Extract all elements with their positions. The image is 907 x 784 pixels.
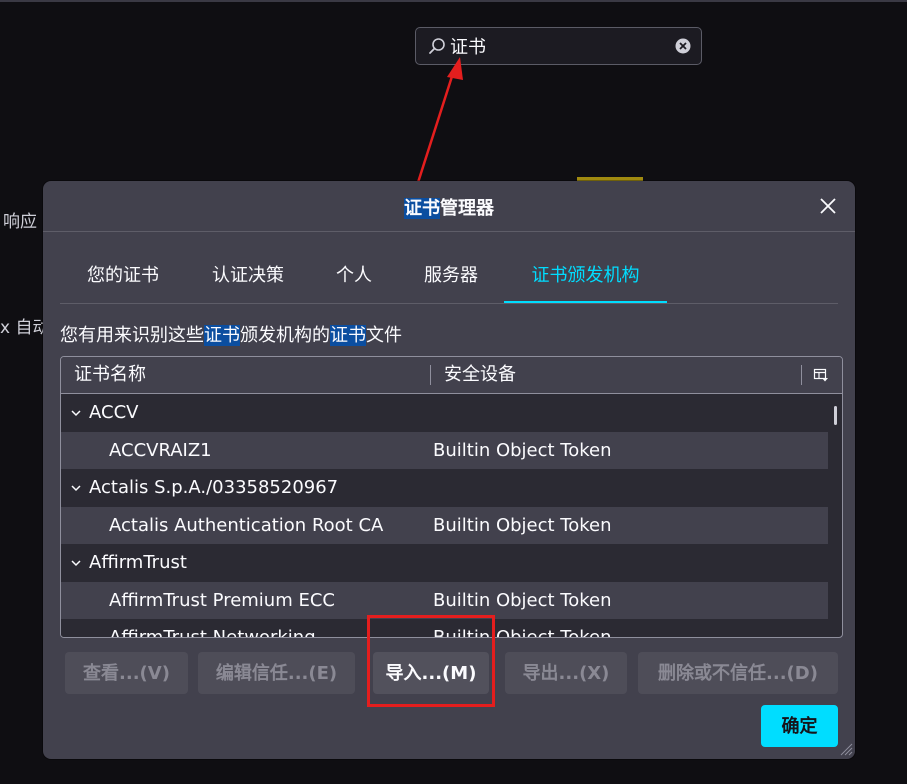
tab-authentication-decisions[interactable]: 认证决策 bbox=[210, 249, 286, 303]
tab-bar: 您的证书 认证决策 个人 服务器 证书颁发机构 bbox=[60, 249, 838, 304]
chevron-down-icon[interactable] bbox=[70, 558, 82, 568]
tab-description: 您有用来识别这些证书颁发机构的证书文件 bbox=[60, 321, 402, 347]
group-name: Actalis S.p.A./03358520967 bbox=[89, 477, 339, 498]
tree-row[interactable]: AffirmTrust Premium ECC Builtin Object T… bbox=[61, 581, 828, 619]
description-search-highlight: 证书 bbox=[330, 325, 366, 346]
security-device: Builtin Object Token bbox=[433, 514, 612, 536]
tree-group-row[interactable]: AffirmTrust bbox=[61, 544, 828, 582]
background-text: 响应 bbox=[3, 212, 37, 232]
cert-name: AffirmTrust Networking bbox=[109, 627, 316, 638]
search-input[interactable] bbox=[450, 28, 670, 64]
cert-name: Actalis Authentication Root CA bbox=[109, 514, 384, 536]
certificate-tree[interactable]: 证书名称 安全设备 ACCV ACCVRAIZ1 Builtin Object … bbox=[60, 356, 843, 638]
tree-header: 证书名称 安全设备 bbox=[61, 357, 842, 394]
tab-your-certificates[interactable]: 您的证书 bbox=[85, 249, 161, 303]
tree-row[interactable]: Actalis Authentication Root CA Builtin O… bbox=[61, 506, 828, 544]
column-separator[interactable] bbox=[801, 365, 802, 385]
tree-group-row[interactable]: Actalis S.p.A./03358520967 bbox=[61, 469, 828, 507]
column-header-cert-name[interactable]: 证书名称 bbox=[74, 357, 146, 393]
search-icon bbox=[429, 38, 445, 54]
cert-name: ACCVRAIZ1 bbox=[109, 439, 212, 461]
edit-trust-button[interactable]: 编辑信任...(E) bbox=[198, 652, 355, 694]
resize-grip-icon[interactable] bbox=[839, 742, 853, 756]
view-button[interactable]: 查看...(V) bbox=[65, 652, 188, 694]
column-separator[interactable] bbox=[430, 365, 431, 385]
tab-authorities[interactable]: 证书颁发机构 bbox=[504, 249, 667, 303]
tree-group-row[interactable]: ACCV bbox=[61, 394, 828, 432]
tree-row[interactable]: ACCVRAIZ1 Builtin Object Token bbox=[61, 431, 828, 469]
delete-or-distrust-button[interactable]: 删除或不信任...(D) bbox=[638, 652, 838, 694]
column-picker-icon[interactable] bbox=[813, 367, 829, 383]
scrollbar-thumb[interactable] bbox=[834, 406, 837, 425]
tab-people[interactable]: 个人 bbox=[334, 249, 374, 303]
security-device: Builtin Object Token bbox=[433, 439, 612, 461]
description-text: 您有用来识别这些 bbox=[60, 325, 204, 346]
top-border bbox=[0, 0, 907, 2]
close-icon[interactable] bbox=[818, 196, 838, 216]
description-text: 文件 bbox=[366, 325, 402, 346]
chevron-down-icon[interactable] bbox=[70, 408, 82, 418]
ok-button[interactable]: 确定 bbox=[761, 705, 838, 747]
column-header-security-device[interactable]: 安全设备 bbox=[444, 357, 516, 393]
group-name: AffirmTrust bbox=[89, 552, 187, 573]
tab-servers[interactable]: 服务器 bbox=[422, 249, 480, 303]
description-text: 颁发机构的 bbox=[240, 325, 330, 346]
title-text: 管理器 bbox=[440, 198, 494, 219]
clear-search-icon[interactable] bbox=[675, 38, 691, 54]
chevron-down-icon[interactable] bbox=[70, 483, 82, 493]
security-device: Builtin Object Token bbox=[433, 589, 612, 611]
tree-rows: ACCV ACCVRAIZ1 Builtin Object Token Acta… bbox=[61, 394, 828, 638]
group-name: ACCV bbox=[89, 402, 139, 423]
dialog-header: 证书管理器 bbox=[43, 181, 855, 232]
dialog-title: 证书管理器 bbox=[43, 194, 855, 220]
title-search-highlight: 证书 bbox=[404, 198, 440, 219]
annotation-highlight-box bbox=[367, 615, 495, 707]
cert-name: AffirmTrust Premium ECC bbox=[109, 589, 335, 611]
export-button[interactable]: 导出...(X) bbox=[505, 652, 627, 694]
certificate-manager-dialog: 证书管理器 您的证书 认证决策 个人 服务器 证书颁发机构 您有用来识别这些证书… bbox=[43, 181, 855, 759]
description-search-highlight: 证书 bbox=[204, 325, 240, 346]
